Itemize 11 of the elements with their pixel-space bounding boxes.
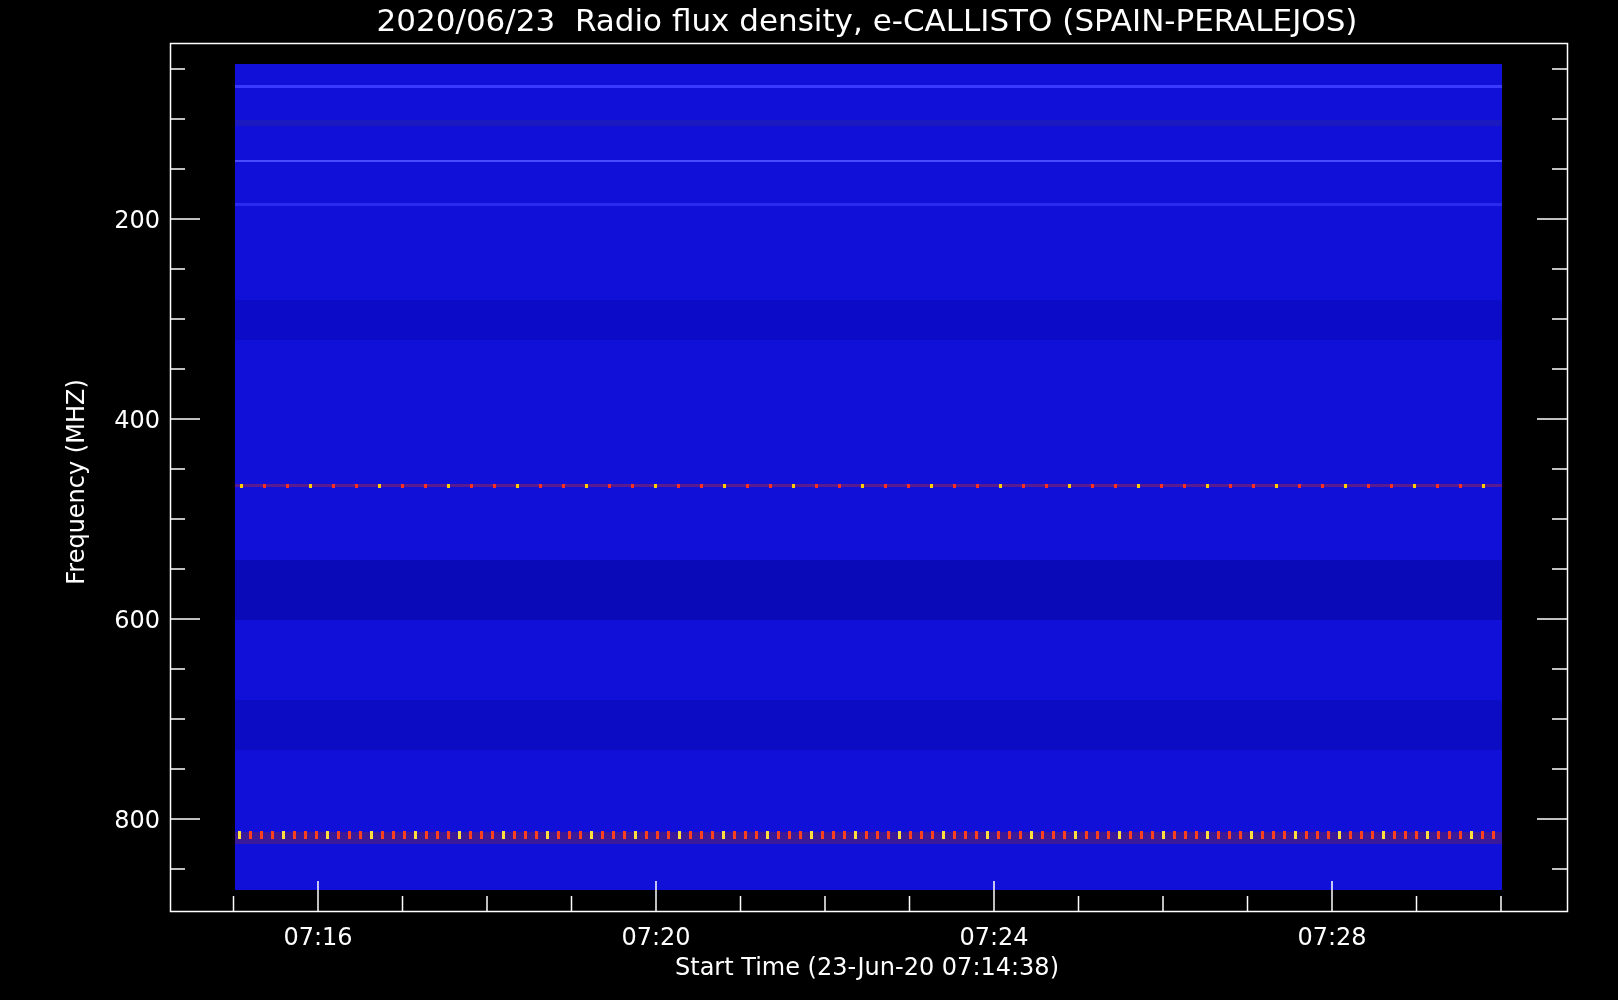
y-axis-label: Frequency (MHZ) xyxy=(62,379,90,585)
y-tick-label: 600 xyxy=(114,606,160,634)
y-tick-label: 800 xyxy=(114,806,160,834)
x-tick-label: 07:20 xyxy=(621,923,691,951)
y-tick-label: 200 xyxy=(114,206,160,234)
x-tick-label: 07:24 xyxy=(959,923,1029,951)
y-tick-label: 400 xyxy=(114,406,160,434)
x-axis-label: Start Time (23-Jun-20 07:14:38) xyxy=(675,953,1059,981)
x-tick-label: 07:16 xyxy=(283,923,353,951)
x-tick-label: 07:28 xyxy=(1297,923,1367,951)
chart-title: 2020/06/23 Radio flux density, e-CALLISTO (SPAIN-PERALEJOS) xyxy=(376,2,1358,38)
